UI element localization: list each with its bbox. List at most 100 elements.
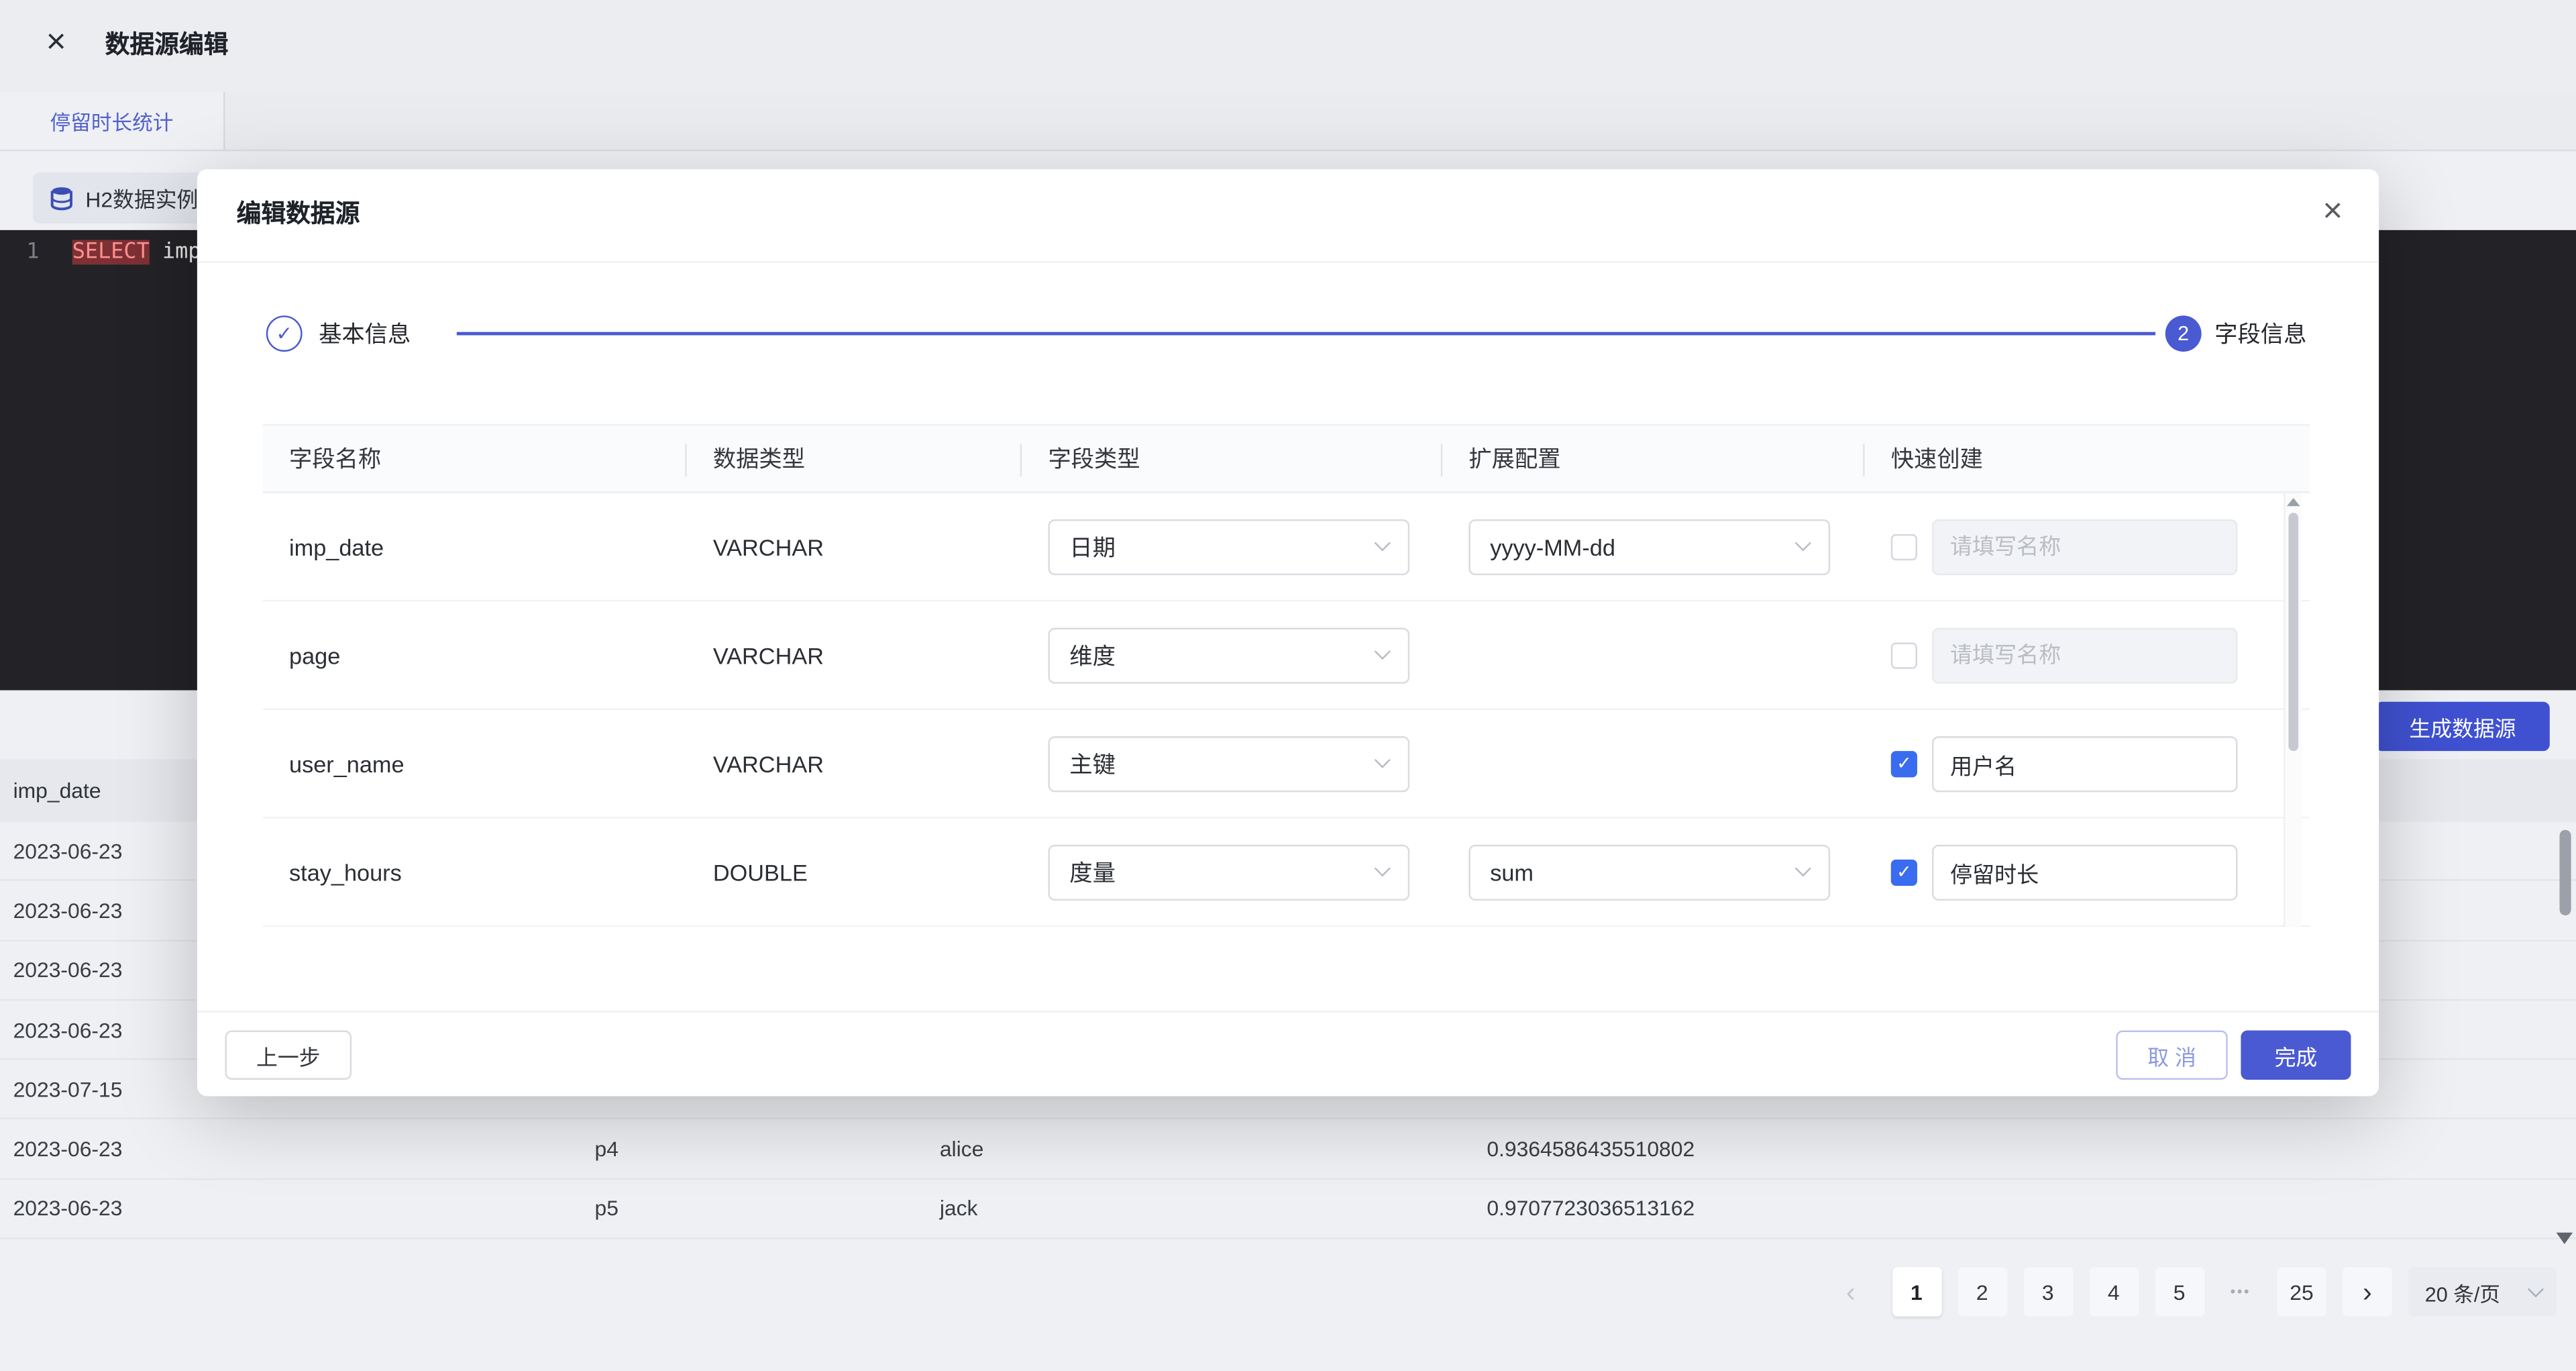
edit-datasource-modal: 编辑数据源 × ✓ 基本信息 2 字段信息 字段名称 数据类型 字段类型 扩展配… bbox=[197, 169, 2379, 1096]
step-1-label: 基本信息 bbox=[319, 315, 411, 352]
field-type-select[interactable]: 主键 bbox=[1048, 735, 1409, 791]
database-icon bbox=[49, 186, 74, 211]
field-name: imp_date bbox=[263, 534, 687, 560]
cancel-button[interactable]: 取 消 bbox=[2116, 1031, 2228, 1080]
cell-page: p5 bbox=[595, 1197, 619, 1221]
fields-table-header: 字段名称 数据类型 字段类型 扩展配置 快速创建 bbox=[263, 424, 2310, 493]
quick-name-input[interactable] bbox=[1932, 735, 2238, 791]
pagination-page-3[interactable]: 3 bbox=[2023, 1267, 2072, 1316]
table-row: 2023-06-23 p5 jack 0.9707723036513162 bbox=[0, 1180, 2576, 1239]
chevron-down-icon bbox=[1795, 860, 1811, 876]
pagination-page-1[interactable]: 1 bbox=[1892, 1267, 1941, 1316]
cell-stay-hours: 0.9364586435510802 bbox=[1487, 1137, 1695, 1162]
column-header-field-name: 字段名称 bbox=[263, 425, 687, 491]
field-name: stay_hours bbox=[263, 859, 687, 885]
ext-config-select[interactable]: yyyy-MM-dd bbox=[1468, 519, 1830, 574]
ext-config-select[interactable]: sum bbox=[1468, 844, 1830, 900]
ext-config-value: sum bbox=[1490, 859, 1534, 885]
field-type-select[interactable]: 度量 bbox=[1048, 844, 1409, 900]
cell-imp-date: 2023-07-15 bbox=[13, 1077, 123, 1102]
pagination: ‹ 1 2 3 4 5 ••• 25 › 20 条/页 bbox=[1826, 1267, 2556, 1316]
cell-user-name: alice bbox=[940, 1137, 984, 1162]
pagination-next-button[interactable]: › bbox=[2343, 1267, 2392, 1316]
quick-name-input[interactable] bbox=[1932, 627, 2238, 682]
column-header-data-type: 数据类型 bbox=[687, 425, 1022, 491]
step-1-circle: ✓ bbox=[266, 315, 303, 352]
field-type-value: 维度 bbox=[1069, 638, 1116, 671]
previous-step-button[interactable]: 上一步 bbox=[225, 1031, 352, 1080]
check-icon: ✓ bbox=[1896, 753, 1912, 774]
cell-imp-date: 2023-06-23 bbox=[13, 838, 123, 863]
step-connector-line bbox=[457, 332, 2155, 336]
quick-create-checkbox[interactable]: ✓ bbox=[1891, 859, 1917, 885]
field-row: page VARCHAR 维度 bbox=[263, 601, 2310, 710]
pagination-page-4[interactable]: 4 bbox=[2089, 1267, 2138, 1316]
field-type-value: 日期 bbox=[1069, 530, 1116, 563]
field-row: stay_hours DOUBLE 度量 sum ✓ bbox=[263, 819, 2310, 927]
column-header-ext-config: 扩展配置 bbox=[1442, 425, 1864, 491]
pagination-prev-button[interactable]: ‹ bbox=[1826, 1267, 1875, 1316]
quick-create-checkbox[interactable] bbox=[1891, 534, 1917, 560]
page-title: 数据源编辑 bbox=[105, 0, 229, 92]
finish-button[interactable]: 完成 bbox=[2241, 1031, 2351, 1080]
modal-table-scrollbar[interactable] bbox=[2284, 493, 2302, 927]
divider bbox=[197, 261, 2379, 262]
generate-datasource-button[interactable]: 生成数据源 bbox=[2375, 702, 2550, 751]
pagination-ellipsis[interactable]: ••• bbox=[2220, 1267, 2261, 1316]
scroll-down-arrow-icon[interactable] bbox=[2557, 1233, 2573, 1244]
divider bbox=[197, 1011, 2379, 1012]
result-column-header: imp_date bbox=[13, 778, 101, 803]
quick-name-input[interactable] bbox=[1932, 844, 2238, 900]
fields-table: 字段名称 数据类型 字段类型 扩展配置 快速创建 imp_date VARCHA… bbox=[263, 424, 2310, 927]
steps-indicator: ✓ 基本信息 2 字段信息 bbox=[197, 315, 2379, 352]
modal-close-icon[interactable]: × bbox=[2322, 193, 2343, 232]
chevron-down-icon bbox=[1375, 752, 1391, 768]
field-type-select[interactable]: 维度 bbox=[1048, 627, 1409, 682]
check-icon: ✓ bbox=[1896, 861, 1912, 882]
field-data-type: VARCHAR bbox=[687, 642, 1022, 668]
page: × 数据源编辑 停留时长统计 H2数据实例... 1 SELECT imp 生成… bbox=[0, 0, 2576, 1370]
field-data-type: DOUBLE bbox=[687, 859, 1022, 885]
cell-imp-date: 2023-06-23 bbox=[13, 1197, 123, 1221]
cell-page: p4 bbox=[595, 1137, 619, 1162]
page-scrollbar-thumb[interactable] bbox=[2560, 830, 2571, 915]
cell-imp-date: 2023-06-23 bbox=[13, 898, 123, 923]
sql-code: imp bbox=[150, 240, 201, 265]
instance-label: H2数据实例... bbox=[85, 183, 216, 214]
cell-imp-date: 2023-06-23 bbox=[13, 958, 123, 982]
check-icon: ✓ bbox=[276, 322, 292, 345]
chevron-down-icon bbox=[1375, 535, 1391, 551]
page-size-label: 20 条/页 bbox=[2425, 1276, 2500, 1308]
step-2-circle: 2 bbox=[2165, 315, 2202, 352]
modal-scrollbar-thumb[interactable] bbox=[2288, 513, 2298, 751]
step-2-label: 字段信息 bbox=[2214, 315, 2306, 352]
field-name: user_name bbox=[263, 750, 687, 776]
chevron-down-icon bbox=[1375, 860, 1391, 876]
tab-stay-duration[interactable]: 停留时长统计 bbox=[0, 92, 225, 150]
close-icon[interactable]: × bbox=[46, 23, 66, 62]
field-data-type: VARCHAR bbox=[687, 750, 1022, 776]
page-size-select[interactable]: 20 条/页 bbox=[2408, 1267, 2556, 1316]
modal-title: 编辑数据源 bbox=[237, 169, 360, 261]
pagination-page-2[interactable]: 2 bbox=[1957, 1267, 2006, 1316]
column-header-field-type: 字段类型 bbox=[1022, 425, 1442, 491]
chevron-down-icon bbox=[2528, 1280, 2544, 1297]
chevron-down-icon bbox=[1795, 535, 1811, 551]
quick-name-input[interactable] bbox=[1932, 519, 2238, 574]
scroll-up-arrow-icon[interactable] bbox=[2287, 498, 2300, 506]
quick-create-checkbox[interactable] bbox=[1891, 642, 1917, 668]
column-header-quick-create: 快速创建 bbox=[1865, 425, 2310, 491]
field-row: user_name VARCHAR 主键 ✓ bbox=[263, 710, 2310, 819]
cell-user-name: jack bbox=[940, 1197, 978, 1221]
pagination-page-5[interactable]: 5 bbox=[2155, 1267, 2204, 1316]
app-header: × 数据源编辑 bbox=[0, 0, 2576, 92]
ext-config-value: yyyy-MM-dd bbox=[1490, 534, 1615, 560]
field-type-select[interactable]: 日期 bbox=[1048, 519, 1409, 574]
pagination-page-last[interactable]: 25 bbox=[2277, 1267, 2326, 1316]
quick-create-checkbox[interactable]: ✓ bbox=[1891, 750, 1917, 776]
table-row: 2023-06-23 p4 alice 0.9364586435510802 bbox=[0, 1120, 2576, 1180]
editor-line-number: 1 bbox=[0, 237, 66, 270]
field-name: page bbox=[263, 642, 687, 668]
chevron-down-icon bbox=[1375, 644, 1391, 660]
field-type-value: 度量 bbox=[1069, 856, 1116, 888]
